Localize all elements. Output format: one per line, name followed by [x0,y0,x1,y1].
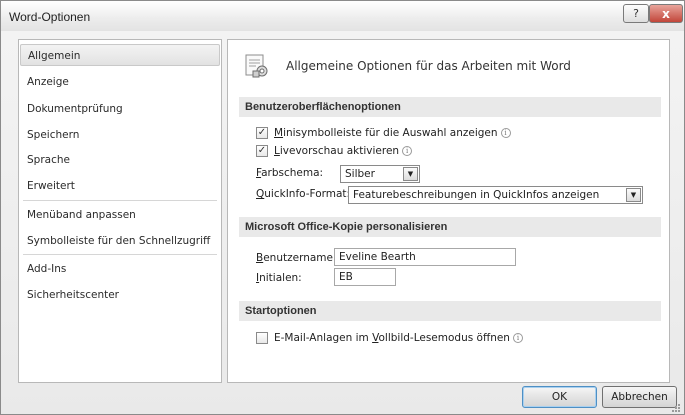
page-header: Allgemeine Optionen für das Arbeiten mit… [286,59,571,73]
mini-toolbar-option[interactable]: ✓ Minisymbolleiste für die Auswahl anzei… [256,127,511,139]
help-button[interactable]: ? [623,4,649,23]
initials-label: Initialen: [256,272,302,284]
username-label: Benutzername: [256,252,337,264]
info-icon: i [402,146,413,156]
close-button[interactable]: x [649,4,683,23]
word-options-dialog: Word-Optionen ? x Allgemein Anzeige Doku… [0,0,685,415]
live-preview-checkbox[interactable]: ✓ [256,145,268,157]
screentip-select[interactable]: Featurebeschreibungen in QuickInfos anze… [348,186,643,204]
sidebar-separator [23,254,217,255]
window-title: Word-Optionen [9,10,91,24]
username-input[interactable]: Eveline Bearth [334,248,516,266]
info-icon: i [500,128,511,138]
screentip-label: QuickInfo-Format: [256,188,351,200]
sidebar-item-schnellzugriff[interactable]: Symbolleiste für den Schnellzugriff [20,230,220,252]
mini-toolbar-label: Minisymbolleiste für die Auswahl anzeige… [274,127,498,139]
live-preview-option[interactable]: ✓ Livevorschau aktivieren i [256,145,413,157]
color-scheme-select[interactable]: Silber ▼ [340,165,420,183]
chevron-down-icon[interactable]: ▼ [403,167,418,181]
sidebar-item-speichern[interactable]: Speichern [20,124,220,146]
reading-mode-option[interactable]: E-Mail-Anlagen im Vollbild-Lesemodus öff… [256,332,523,344]
section-startup: Startoptionen [239,301,661,321]
reading-mode-label: E-Mail-Anlagen im Vollbild-Lesemodus öff… [274,332,510,344]
sidebar-item-sicherheitscenter[interactable]: Sicherheitscenter [20,284,220,306]
sidebar-item-erweitert[interactable]: Erweitert [20,175,220,197]
chevron-down-icon[interactable]: ▼ [626,188,641,202]
color-scheme-label: Farbschema: [256,167,324,179]
info-icon: i [512,333,523,343]
sidebar-item-allgemein[interactable]: Allgemein [20,44,220,66]
options-sidebar: Allgemein Anzeige Dokumentprüfung Speich… [18,39,222,383]
initials-input[interactable]: EB [334,268,396,286]
sidebar-item-anzeige[interactable]: Anzeige [20,71,220,93]
cancel-button[interactable]: Abbrechen [602,386,677,408]
sidebar-item-dokumentpruefung[interactable]: Dokumentprüfung [20,98,220,120]
sidebar-item-sprache[interactable]: Sprache [20,149,220,171]
mini-toolbar-checkbox[interactable]: ✓ [256,127,268,139]
title-bar: Word-Optionen ? x [1,1,684,31]
color-scheme-value: Silber [345,168,375,180]
section-personalize: Microsoft Office-Kopie personalisieren [239,217,661,237]
sidebar-item-menueband[interactable]: Menüband anpassen [20,204,220,226]
sidebar-item-addins[interactable]: Add-Ins [20,258,220,280]
reading-mode-checkbox[interactable] [256,332,268,344]
live-preview-label: Livevorschau aktivieren [274,145,400,157]
sidebar-separator [23,200,217,201]
options-content: Allgemeine Optionen für das Arbeiten mit… [227,39,670,383]
resize-grip-icon[interactable] [671,403,681,413]
ok-button[interactable]: OK [522,386,597,408]
general-options-icon [245,54,268,78]
screentip-value: Featurebeschreibungen in QuickInfos anze… [353,189,600,201]
section-ui-options: Benutzeroberflächenoptionen [239,97,661,117]
